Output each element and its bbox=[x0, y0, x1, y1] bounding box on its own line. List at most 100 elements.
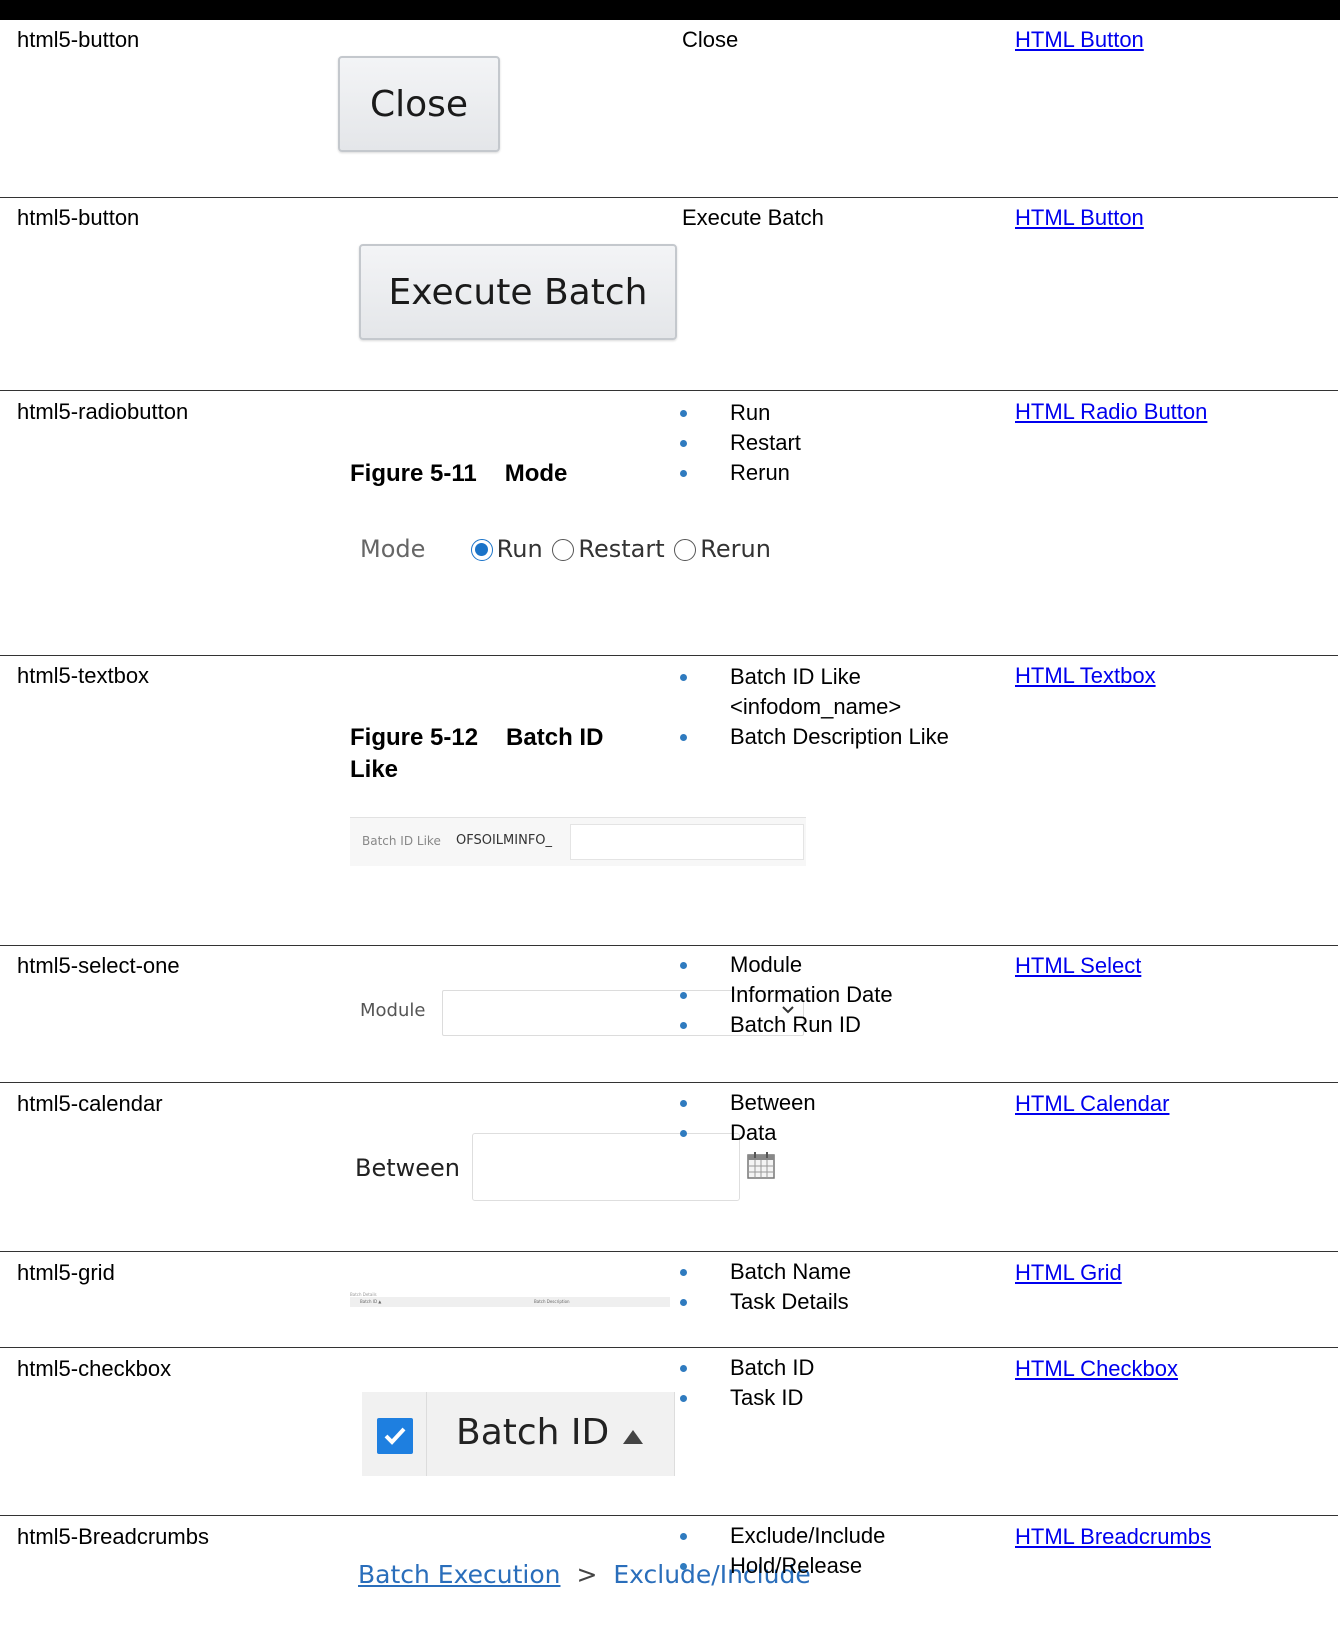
radio-option: Rerun bbox=[700, 535, 771, 563]
radio-selected-icon bbox=[470, 539, 493, 561]
bullet-icon bbox=[680, 470, 687, 477]
html-radio-button-link[interactable]: HTML Radio Button bbox=[1015, 398, 1207, 426]
figure-caption: Figure 5-12 Batch ID Like bbox=[350, 722, 650, 786]
value-list: Module Information Date Batch Run ID bbox=[664, 950, 893, 1040]
bullet-icon bbox=[680, 992, 687, 999]
list-item: Run bbox=[664, 398, 801, 428]
html-grid-link[interactable]: HTML Grid bbox=[1015, 1259, 1122, 1287]
row-divider bbox=[0, 1515, 1338, 1516]
grid-column-header: Batch ID ▲ bbox=[360, 1299, 382, 1304]
row-divider bbox=[0, 1082, 1338, 1083]
list-item: Hold/Release bbox=[664, 1551, 885, 1581]
html-select-link[interactable]: HTML Select bbox=[1015, 952, 1141, 980]
html-calendar-link[interactable]: HTML Calendar bbox=[1015, 1090, 1169, 1118]
radio-unselected-icon bbox=[552, 539, 575, 561]
list-item: Batch Run ID bbox=[664, 1010, 893, 1040]
list-item: Exclude/Include bbox=[664, 1521, 885, 1551]
row-type: html5-button bbox=[17, 205, 140, 230]
radio-option: Restart bbox=[578, 535, 665, 563]
value-list: Batch ID Task ID bbox=[664, 1353, 814, 1413]
checkbox-checked-icon bbox=[377, 1418, 413, 1454]
bullet-icon bbox=[680, 962, 687, 969]
list-item: Restart bbox=[664, 428, 801, 458]
row-divider bbox=[0, 197, 1338, 198]
figure-caption: Figure 5-11 Mode bbox=[350, 458, 567, 490]
bullet-icon bbox=[680, 1299, 687, 1306]
row-type: html5-checkbox bbox=[17, 1356, 172, 1381]
grid-column-header: Batch Description bbox=[534, 1299, 570, 1304]
html-button-link[interactable]: HTML Button bbox=[1015, 26, 1144, 54]
breadcrumb-separator: > bbox=[576, 1560, 598, 1589]
figure-title: Mode bbox=[504, 460, 568, 487]
select-label: Module bbox=[360, 1000, 426, 1021]
list-item: Batch ID bbox=[664, 1353, 814, 1383]
bullet-icon bbox=[680, 1395, 687, 1402]
sort-ascending-icon bbox=[623, 1430, 643, 1444]
mode-label: Mode bbox=[360, 535, 426, 563]
value-list: Batch ID Like <infodom_name> Batch Descr… bbox=[664, 662, 960, 752]
list-item: Batch Description Like bbox=[664, 722, 960, 752]
bullet-icon bbox=[680, 1130, 687, 1137]
row-divider bbox=[0, 655, 1338, 656]
row-type: html5-button bbox=[17, 27, 140, 52]
execute-batch-button-image: Execute Batch bbox=[359, 244, 677, 340]
value-list: Between Data bbox=[664, 1088, 816, 1148]
row-type: html5-grid bbox=[17, 1260, 115, 1285]
row-divider bbox=[0, 390, 1338, 391]
list-item: Task ID bbox=[664, 1383, 814, 1413]
row-divider bbox=[0, 945, 1338, 946]
top-border bbox=[0, 0, 1340, 20]
row-type: html5-calendar bbox=[17, 1091, 163, 1116]
value-list: Exclude/Include Hold/Release bbox=[664, 1521, 885, 1581]
bullet-icon bbox=[680, 1022, 687, 1029]
bullet-icon bbox=[680, 1365, 687, 1372]
grid-header: Batch ID ▲ Batch Description bbox=[350, 1297, 670, 1307]
checkbox-label: Batch ID bbox=[456, 1412, 610, 1453]
list-item: Batch ID Like <infodom_name> bbox=[664, 662, 960, 722]
list-item: Between bbox=[664, 1088, 816, 1118]
list-item: Information Date bbox=[664, 980, 893, 1010]
row-divider bbox=[0, 1347, 1338, 1348]
close-button-image: Close bbox=[338, 56, 500, 152]
radio-unselected-icon bbox=[674, 539, 697, 561]
row-type: html5-radiobutton bbox=[17, 399, 189, 424]
html-checkbox-link[interactable]: HTML Checkbox bbox=[1015, 1355, 1178, 1383]
bullet-icon bbox=[680, 1100, 687, 1107]
textbox-label: Batch ID Like bbox=[362, 834, 441, 848]
row-type: html5-select-one bbox=[17, 953, 180, 978]
bullet-icon bbox=[680, 1533, 687, 1540]
list-item: Rerun bbox=[664, 458, 801, 488]
figure-number: Figure 5-12 bbox=[350, 724, 479, 751]
bullet-icon bbox=[680, 1269, 687, 1276]
row-type: html5-Breadcrumbs bbox=[17, 1524, 209, 1549]
radio-option: Run bbox=[496, 535, 543, 563]
value-list: Run Restart Rerun bbox=[664, 398, 801, 488]
row-value: Execute Batch bbox=[682, 205, 824, 230]
html-button-link[interactable]: HTML Button bbox=[1015, 204, 1144, 232]
calendar-icon bbox=[747, 1152, 775, 1179]
row-value: Close bbox=[682, 27, 739, 52]
bullet-icon bbox=[680, 1563, 687, 1570]
bullet-icon bbox=[680, 440, 687, 447]
row-type: html5-textbox bbox=[17, 663, 150, 688]
list-item: Module bbox=[664, 950, 893, 980]
list-item: Batch Name bbox=[664, 1257, 851, 1287]
grid-image: Batch Details Batch ID ▲ Batch Descripti… bbox=[350, 1292, 670, 1308]
row-divider bbox=[0, 1251, 1338, 1252]
mode-radio-image: Mode Run Restart Rerun bbox=[360, 535, 771, 563]
value-list: Batch Name Task Details bbox=[664, 1257, 851, 1317]
bullet-icon bbox=[680, 410, 687, 417]
checkbox-image: Batch ID bbox=[362, 1392, 675, 1476]
list-item: Data bbox=[664, 1118, 816, 1148]
figure-number: Figure 5-11 bbox=[350, 460, 477, 487]
bullet-icon bbox=[680, 734, 687, 741]
textbox-prefix: OFSOILMINFO_ bbox=[456, 833, 553, 848]
html-textbox-link[interactable]: HTML Textbox bbox=[1015, 662, 1156, 690]
breadcrumb-item: Batch Execution bbox=[358, 1560, 561, 1589]
html-breadcrumbs-link[interactable]: HTML Breadcrumbs bbox=[1015, 1523, 1211, 1551]
list-item: Task Details bbox=[664, 1287, 851, 1317]
batch-id-input-image bbox=[570, 824, 804, 860]
bullet-icon bbox=[680, 674, 687, 681]
calendar-label: Between bbox=[355, 1154, 461, 1182]
textbox-image: Batch ID Like OFSOILMINFO_ bbox=[350, 817, 806, 866]
